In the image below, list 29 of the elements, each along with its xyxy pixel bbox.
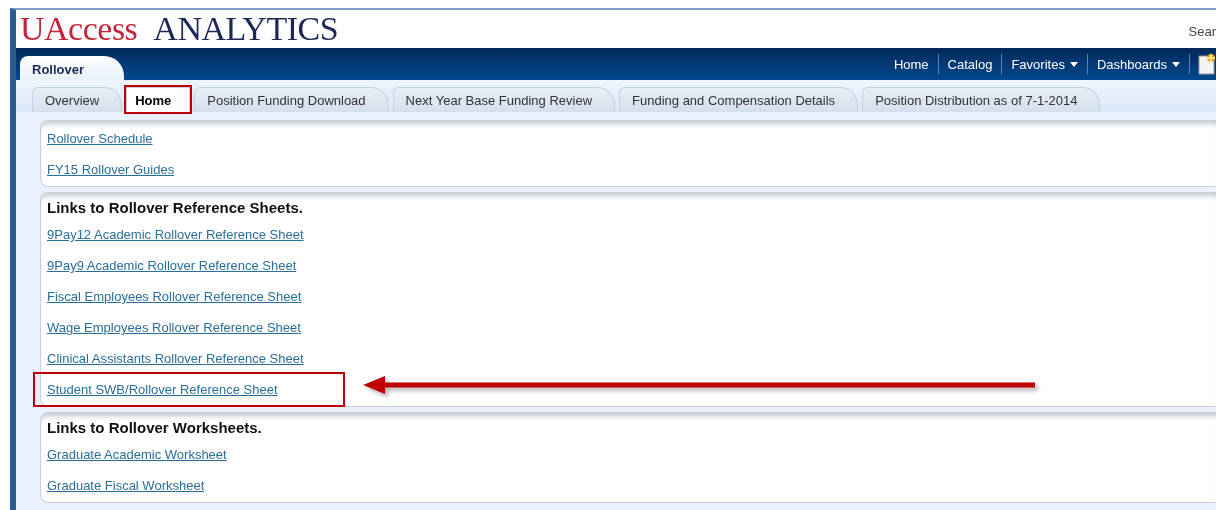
search-label[interactable]: Sear <box>1188 23 1216 39</box>
nav-menu[interactable]: Dashboards <box>1087 56 1189 72</box>
new-document-icon[interactable] <box>1198 53 1216 75</box>
section-heading: Links to Rollover Reference Sheets. <box>46 198 304 218</box>
tab[interactable]: Home <box>126 87 191 112</box>
report-link[interactable]: 9Pay12 Academic Rollover Reference Sheet <box>47 227 304 242</box>
report-link[interactable]: FY15 Rollover Guides <box>47 162 175 177</box>
tab[interactable]: Next Year Base Funding Review <box>392 87 616 112</box>
report-link[interactable]: Fiscal Employees Rollover Reference Sheet <box>47 289 302 304</box>
logo-brand: UAccess <box>20 10 138 48</box>
tab[interactable]: Funding and Compensation Details <box>619 87 859 112</box>
logo-product: ANALYTICS <box>153 10 339 48</box>
report-link[interactable]: Clinical Assistants Rollover Reference Sheet <box>47 351 304 366</box>
tab[interactable]: Position Funding Download <box>194 87 389 112</box>
nav-link[interactable]: Catalog <box>938 56 1002 72</box>
report-link[interactable]: Graduate Academic Worksheet <box>47 447 227 462</box>
report-link[interactable]: 9Pay9 Academic Rollover Reference Sheet <box>47 258 297 273</box>
nav-menu[interactable]: Favorites <box>1002 56 1087 72</box>
section-heading: Links to Rollover Worksheets. <box>46 418 263 438</box>
report-link[interactable]: Student SWB/Rollover Reference Sheet <box>47 382 278 397</box>
report-link[interactable]: Rollover Schedule <box>47 131 153 146</box>
tab[interactable]: Position Distribution as of 7-1-2014 <box>862 87 1101 112</box>
dashboard-tab[interactable]: Rollover <box>20 56 124 80</box>
report-link[interactable]: Graduate Fiscal Worksheet <box>47 478 205 493</box>
tab[interactable]: Overview <box>32 87 123 112</box>
nav-link[interactable]: Home <box>884 56 938 72</box>
caret-icon <box>1172 61 1180 67</box>
report-link[interactable]: Wage Employees Rollover Reference Sheet <box>47 320 301 335</box>
caret-icon <box>1069 61 1078 67</box>
